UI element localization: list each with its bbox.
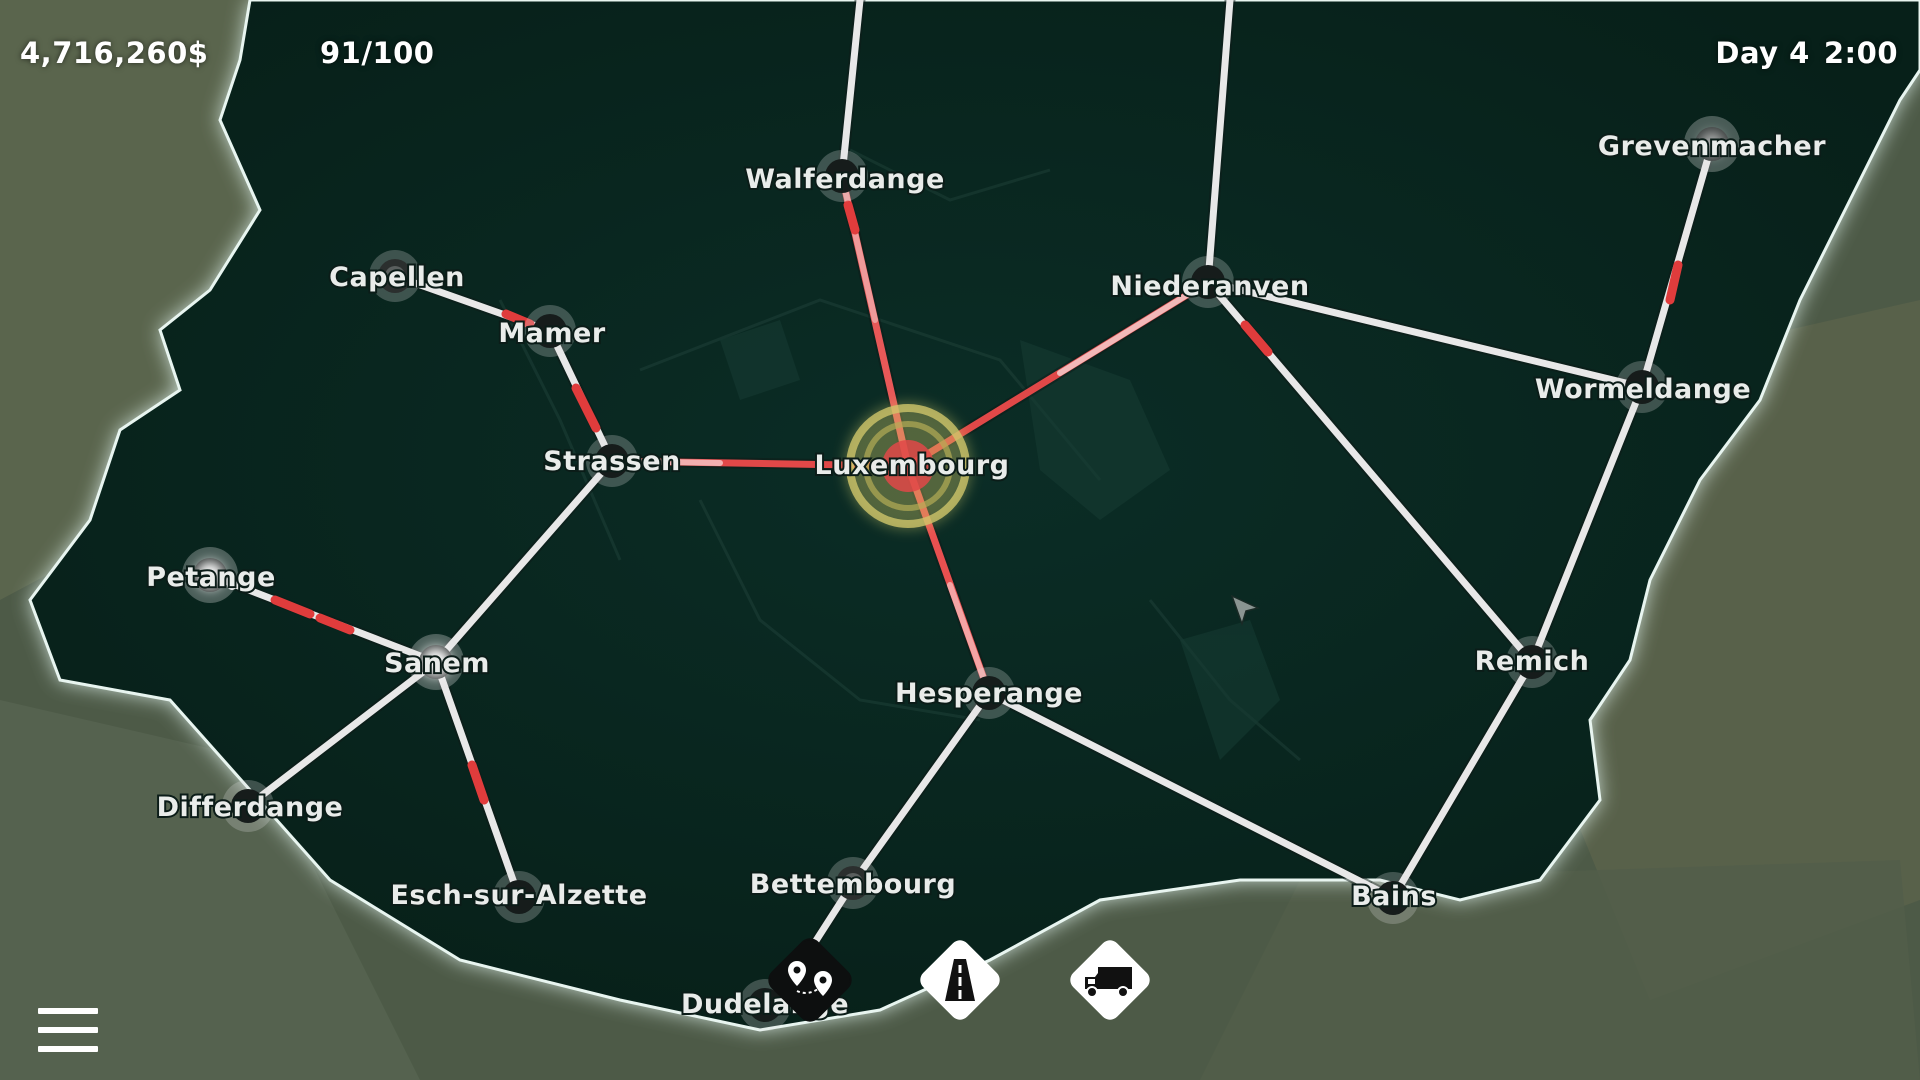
city-label-wormeldange: Wormeldange bbox=[1535, 374, 1751, 405]
city-label-mamer: Mamer bbox=[498, 318, 606, 349]
road-icon bbox=[945, 959, 975, 1001]
city-label-differdange: Differdange bbox=[157, 792, 344, 823]
city-label-bains: Bains bbox=[1351, 881, 1437, 912]
city-label-sanem: Sanem bbox=[384, 648, 490, 679]
city-label-esch: Esch-sur-Alzette bbox=[390, 880, 647, 911]
road-tool-button[interactable] bbox=[915, 935, 1005, 1025]
city-label-capellen: Capellen bbox=[329, 262, 465, 293]
game-screen: Walferdange Capellen Mamer Strassen Luxe… bbox=[0, 0, 1920, 1080]
mouse-cursor-icon bbox=[1230, 594, 1261, 627]
city-label-bettembourg: Bettembourg bbox=[750, 869, 956, 900]
route-tool-button[interactable] bbox=[765, 935, 855, 1025]
truck-tool-button[interactable] bbox=[1065, 935, 1155, 1025]
money-counter: 4,716,260$ bbox=[20, 36, 209, 70]
city-label-luxembourg: Luxembourg bbox=[814, 450, 1009, 481]
city-label-grevenmacher: Grevenmacher bbox=[1598, 131, 1826, 162]
city-label-hesperange: Hesperange bbox=[895, 678, 1083, 709]
truck-icon bbox=[1085, 967, 1132, 998]
game-clock: Day 4 2:00 bbox=[1701, 36, 1898, 70]
city-label-niederanven: Niederanven bbox=[1110, 271, 1309, 302]
terrain-patch bbox=[1200, 860, 1920, 1080]
city-label-remich: Remich bbox=[1475, 646, 1590, 677]
map-canvas[interactable]: Walferdange Capellen Mamer Strassen Luxe… bbox=[0, 0, 1920, 1080]
capacity-counter: 91/100 bbox=[320, 36, 435, 70]
day-label: Day 4 bbox=[1715, 36, 1810, 70]
city-label-walferdange: Walferdange bbox=[745, 164, 945, 195]
city-label-strassen: Strassen bbox=[543, 446, 681, 477]
city-label-petange: Petange bbox=[146, 562, 276, 593]
route-pins-icon bbox=[788, 961, 832, 996]
time-label: 2:00 bbox=[1823, 36, 1898, 70]
hamburger-menu-icon[interactable] bbox=[38, 1008, 98, 1052]
